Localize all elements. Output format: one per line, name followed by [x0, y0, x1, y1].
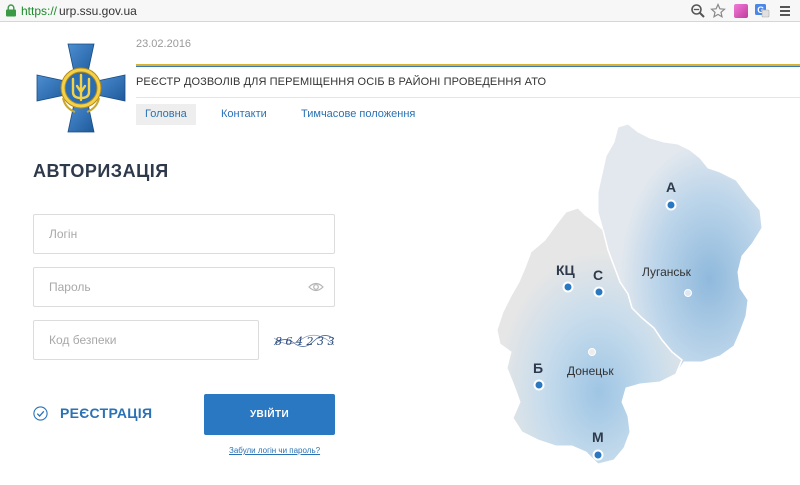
lock-icon	[6, 4, 16, 17]
bookmark-star-icon[interactable]	[710, 3, 726, 19]
extension-pink-icon[interactable]	[733, 3, 749, 19]
menu-icon[interactable]	[777, 3, 793, 19]
checkpoint-s-marker[interactable]	[593, 286, 605, 298]
checkpoint-m-label: М	[592, 429, 604, 445]
check-circle-icon	[33, 406, 48, 421]
checkpoint-b-label: Б	[533, 360, 543, 376]
forgot-password-link[interactable]: Забули логін чи пароль?	[229, 446, 320, 455]
current-date: 23.02.2016	[136, 38, 192, 50]
checkpoint-b-marker[interactable]	[533, 379, 545, 391]
flag-stripe	[136, 64, 800, 67]
ato-region-map: Луганськ Донецьк А КЦ С Б М	[496, 123, 763, 465]
browser-address-bar[interactable]: https:// urp.ssu.gov.ua G	[0, 0, 800, 22]
nav-item-home[interactable]: Головна	[136, 104, 196, 125]
checkpoint-s-label: С	[593, 267, 603, 283]
url-scheme: https://	[21, 4, 58, 18]
registry-title: РЕЄСТР ДОЗВОЛІВ ДЛЯ ПЕРЕМІЩЕННЯ ОСІБ В Р…	[136, 76, 547, 88]
show-password-eye-icon[interactable]	[308, 281, 324, 293]
captcha-input[interactable]	[34, 321, 249, 359]
captcha-code: 8 6 4 2 3 3	[275, 335, 334, 348]
checkpoint-m-marker[interactable]	[592, 449, 604, 461]
checkpoint-kc-marker[interactable]	[562, 281, 574, 293]
checkpoint-a-marker[interactable]	[665, 199, 677, 211]
nav-item-contacts[interactable]: Контакти	[212, 104, 276, 125]
checkpoint-a-label: А	[666, 179, 676, 195]
password-field[interactable]	[33, 267, 335, 307]
nav-item-temporary-regulations[interactable]: Тимчасове положення	[292, 104, 424, 125]
translate-icon[interactable]: G	[754, 3, 770, 19]
luhansk-city-label: Луганськ	[642, 265, 692, 279]
url-host: urp.ssu.gov.ua	[59, 4, 137, 18]
donetsk-city-dot	[588, 348, 596, 356]
password-input[interactable]	[34, 268, 289, 306]
register-label: РЕЄСТРАЦІЯ	[60, 405, 153, 421]
captcha-image[interactable]: 8 6 4 2 3 3	[272, 327, 336, 355]
ssu-emblem-logo	[36, 43, 126, 133]
captcha-field[interactable]	[33, 320, 259, 360]
checkpoint-kc-label: КЦ	[556, 262, 576, 278]
login-input[interactable]	[34, 215, 289, 253]
zoom-icon[interactable]	[690, 3, 706, 19]
donetsk-city-label: Донецьк	[567, 364, 614, 378]
auth-title: АВТОРИЗАЦІЯ	[33, 161, 169, 181]
header-divider	[136, 97, 800, 98]
login-button[interactable]: УВІЙТИ	[204, 394, 335, 435]
login-field[interactable]	[33, 214, 335, 254]
luhansk-city-dot	[684, 289, 692, 297]
